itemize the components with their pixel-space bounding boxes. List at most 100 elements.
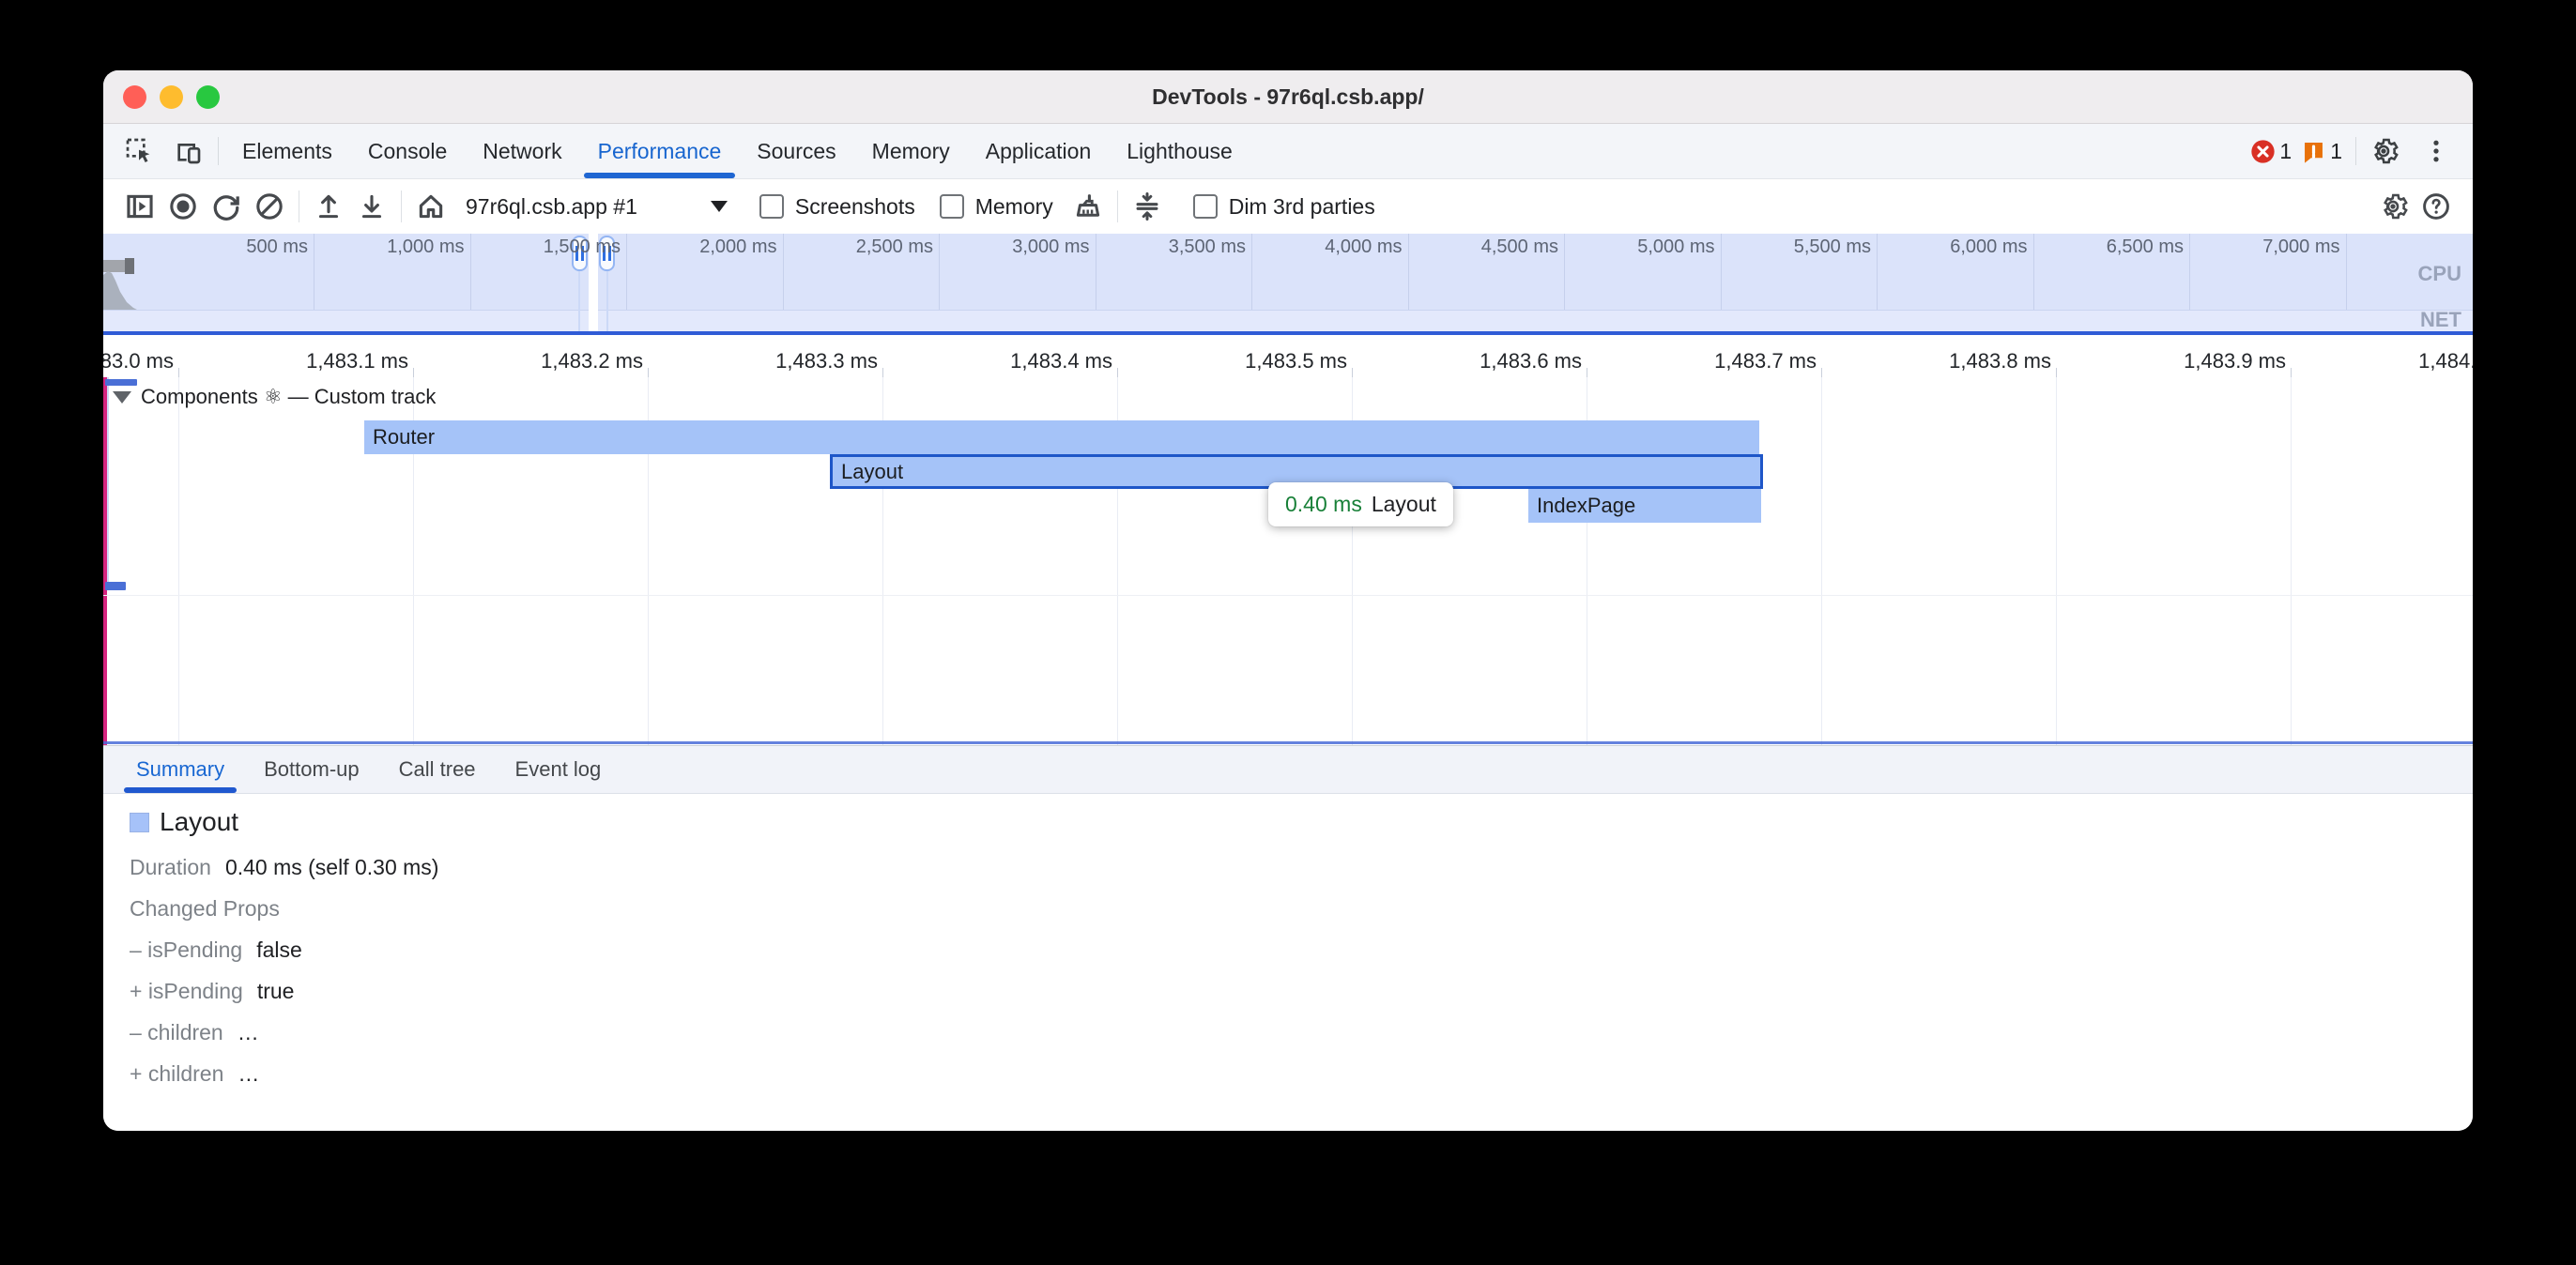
details-tab-event-log[interactable]: Event log	[496, 746, 621, 793]
summary-row-value: true	[257, 979, 295, 1004]
summary-row-label: Duration	[130, 855, 211, 880]
toolbar-separator-3	[1117, 191, 1118, 222]
flame-chart[interactable]: Components ⚛ — Custom track RouterLayout…	[103, 377, 2473, 745]
tooltip-duration: 0.40 ms	[1285, 492, 1362, 517]
performance-toolbar: 97r6ql.csb.app #1 Screenshots Memory	[103, 179, 2473, 234]
flame-bar-router[interactable]: Router	[364, 420, 1759, 454]
flame-gridline	[2056, 377, 2057, 745]
reload-icon	[210, 191, 242, 222]
summary-title: Layout	[160, 807, 238, 837]
zoom-window-button[interactable]	[196, 85, 220, 109]
track-header-components[interactable]: Components ⚛ — Custom track	[113, 385, 436, 409]
ruler-tick-label: 1,483.6 ms	[1347, 335, 1582, 377]
record-and-reload-button[interactable]	[205, 185, 248, 228]
device-toolbar-button[interactable]	[163, 124, 212, 178]
details-tab-summary[interactable]: Summary	[116, 746, 244, 793]
overview-tick-label: 3,000 ms	[1012, 236, 1095, 258]
screenshots-label: Screenshots	[795, 194, 915, 220]
summary-row: + isPending true	[130, 970, 2473, 1012]
upload-icon	[313, 191, 345, 222]
tab-sources[interactable]: Sources	[739, 124, 853, 178]
overview-tick-label: 1,000 ms	[387, 236, 469, 258]
device-toolbar-icon	[173, 136, 203, 166]
home-button[interactable]	[409, 185, 452, 228]
overview-tick-label: 6,500 ms	[2107, 236, 2189, 258]
ruler-tick-label: 1,483.5 ms	[1112, 335, 1347, 377]
devtools-menu-button[interactable]	[2415, 130, 2458, 173]
summary-row-value: false	[256, 937, 302, 963]
summary-row: – children…	[130, 1012, 2473, 1053]
dim-3rd-parties-checkbox[interactable]	[1193, 194, 1218, 219]
memory-checkbox[interactable]	[940, 194, 964, 219]
chevron-down-icon	[113, 391, 131, 404]
timeline-overview[interactable]: CPU NET 500 ms1,000 ms1,500 ms2,000 ms2,…	[103, 234, 2473, 331]
track-separator	[103, 595, 2473, 596]
console-errors-badge[interactable]: 1	[2250, 139, 2292, 164]
net-track-label: NET	[2420, 308, 2461, 331]
summary-pane: Layout Duration0.40 ms (self 0.30 ms)Cha…	[103, 794, 2473, 1131]
clear-recording-button[interactable]	[248, 185, 291, 228]
warning-count: 1	[2330, 139, 2342, 164]
tab-application[interactable]: Application	[968, 124, 1110, 178]
details-tab-bottom-up[interactable]: Bottom-up	[244, 746, 379, 793]
tabbar-separator-2	[2355, 137, 2356, 165]
flame-bar-label: Router	[373, 425, 435, 450]
selection-guide-right	[606, 271, 608, 331]
ruler-tick-label: 1,483.7 ms	[1582, 335, 1817, 377]
ruler-tick-mark	[882, 368, 883, 377]
devtools-settings-button[interactable]	[2362, 130, 2405, 173]
help-icon	[2421, 191, 2451, 221]
close-window-button[interactable]	[123, 85, 146, 109]
load-profile-button[interactable]	[307, 185, 350, 228]
tab-lighthouse[interactable]: Lighthouse	[1109, 124, 1250, 178]
tab-performance[interactable]: Performance	[580, 124, 740, 178]
screenshots-checkbox[interactable]	[759, 194, 784, 219]
console-warnings-badge[interactable]: 1	[2301, 139, 2342, 164]
overview-tick-label: 5,500 ms	[1794, 236, 1877, 258]
summary-row: Changed Props	[130, 888, 2473, 929]
summary-row-label: + isPending	[130, 979, 243, 1004]
home-icon	[415, 191, 447, 222]
target-dropdown-arrow-icon[interactable]	[711, 201, 728, 212]
traffic-lights	[123, 70, 220, 123]
ruler-tick-label: 1,483.1 ms	[174, 335, 408, 377]
flame-bar-indexpage[interactable]: IndexPage	[1528, 489, 1761, 523]
summary-row-label: Changed Props	[130, 896, 280, 922]
show-sidebar-button[interactable]	[118, 185, 161, 228]
summary-row-value: …	[238, 1061, 259, 1087]
collect-garbage-button[interactable]	[1066, 185, 1110, 228]
ruler-tick-mark	[648, 368, 649, 377]
summary-row-value: …	[238, 1020, 259, 1045]
overview-tick-label: 5,000 ms	[1637, 236, 1720, 258]
timeline-marker-line-overlay	[107, 377, 109, 584]
overview-tick-label: 2,500 ms	[856, 236, 939, 258]
details-tab-call-tree[interactable]: Call tree	[379, 746, 496, 793]
summary-row-label: + children	[130, 1061, 223, 1087]
clear-icon	[253, 191, 285, 222]
ruler-tick-label: 1,483.9 ms	[2051, 335, 2286, 377]
tab-network[interactable]: Network	[465, 124, 579, 178]
tab-memory[interactable]: Memory	[854, 124, 968, 178]
tab-elements[interactable]: Elements	[224, 124, 350, 178]
minimize-window-button[interactable]	[160, 85, 183, 109]
target-selector[interactable]: 97r6ql.csb.app #1	[466, 194, 637, 220]
overview-tick-label: 500 ms	[246, 236, 314, 258]
inspect-element-button[interactable]	[103, 124, 163, 178]
ruler-tick-mark	[413, 368, 414, 377]
record-button[interactable]	[161, 185, 205, 228]
save-profile-button[interactable]	[350, 185, 393, 228]
details-tabs: SummaryBottom-upCall treeEvent log	[103, 746, 2473, 794]
tab-console[interactable]: Console	[350, 124, 465, 178]
timeline-ruler[interactable]: 1,483.0 ms1,483.1 ms1,483.2 ms1,483.3 ms…	[103, 335, 2473, 377]
capture-settings-button[interactable]	[1126, 185, 1169, 228]
tabbar-separator	[218, 137, 219, 165]
ruler-tick-label: 1,483.8 ms	[1817, 335, 2051, 377]
overview-tick-label: 6,000 ms	[1950, 236, 2032, 258]
record-icon	[167, 191, 199, 222]
flame-gridline	[178, 377, 179, 745]
performance-settings-button[interactable]	[2371, 185, 2415, 228]
download-icon	[356, 191, 388, 222]
titlebar: DevTools - 97r6ql.csb.app/	[103, 70, 2473, 124]
network-overview-strip	[103, 310, 2473, 331]
help-button[interactable]	[2415, 185, 2458, 228]
